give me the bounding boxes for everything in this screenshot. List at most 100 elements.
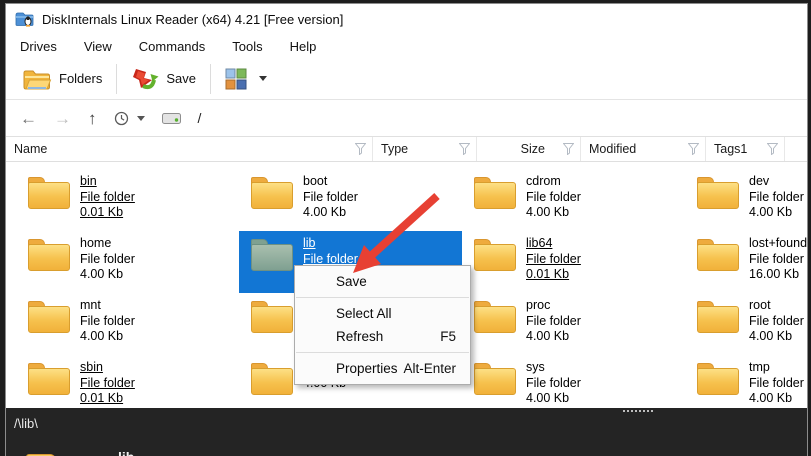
filter-icon[interactable] (688, 143, 699, 155)
column-header-modified[interactable]: Modified (581, 137, 706, 161)
context-menu-item-properties[interactable]: Properties Alt-Enter (295, 357, 470, 380)
forward-button[interactable]: → (54, 110, 71, 127)
file-tile-info: sbin File folder 0.01 Kb (80, 360, 135, 407)
file-tile-cdrom[interactable]: cdrom File folder 4.00 Kb (462, 169, 685, 231)
file-name: boot (303, 174, 328, 188)
file-name: mnt (80, 298, 101, 312)
context-menu: Save Select All Refresh F5 Properties Alt-Ent… (294, 265, 471, 385)
views-dropdown-caret[interactable] (259, 76, 267, 81)
file-tile-info: proc File folder 4.00 Kb (526, 298, 581, 345)
menu-item-drives[interactable]: Drives (13, 37, 64, 56)
filter-icon[interactable] (355, 143, 366, 155)
file-tile-info: root File folder 4.00 Kb (749, 298, 804, 345)
file-name: lost+found (749, 236, 807, 250)
context-menu-label: Refresh (336, 329, 384, 344)
context-menu-separator (296, 352, 469, 353)
file-tile-info: lost+found File folder 16.00 Kb (749, 236, 807, 283)
file-tile-tmp[interactable]: tmp File folder 4.00 Kb (685, 355, 807, 408)
file-tile-home[interactable]: home File folder 4.00 Kb (16, 231, 239, 293)
column-label: Size (520, 142, 545, 156)
partial-folder-label[interactable]: lib (118, 449, 134, 456)
file-type: File folder (749, 313, 804, 328)
file-tile-info: sys File folder 4.00 Kb (526, 360, 581, 407)
file-size: 4.00 Kb (749, 205, 793, 219)
file-tile-lib64[interactable]: lib64 File folder 0.01 Kb (462, 231, 685, 293)
file-name: lib (303, 236, 316, 250)
file-tile-proc[interactable]: proc File folder 4.00 Kb (462, 293, 685, 355)
filter-icon[interactable] (563, 143, 574, 155)
history-button[interactable] (114, 111, 145, 126)
file-name: home (80, 236, 112, 250)
title-bar: DiskInternals Linux Reader (x64) 4.21 [F… (6, 4, 807, 34)
history-caret-icon (136, 115, 145, 121)
file-type: File folder (526, 375, 581, 390)
folder-icon (28, 363, 70, 395)
file-tile-sbin[interactable]: sbin File folder 0.01 Kb (16, 355, 239, 408)
folder-icon (697, 301, 739, 333)
file-type: File folder (526, 189, 581, 204)
file-type: File folder (80, 313, 135, 328)
file-tile-lost-found[interactable]: lost+found File folder 16.00 Kb (685, 231, 807, 293)
menu-item-tools[interactable]: Tools (225, 37, 269, 56)
splitter-gripper[interactable] (623, 410, 653, 412)
column-header-size[interactable]: Size (477, 137, 581, 161)
file-tile-boot[interactable]: boot File folder 4.00 Kb (239, 169, 462, 231)
file-size: 16.00 Kb (749, 267, 800, 281)
folder-icon (251, 301, 293, 333)
menu-item-view[interactable]: View (77, 37, 119, 56)
save-button[interactable]: Save (123, 62, 204, 96)
file-name: bin (80, 174, 97, 188)
context-menu-item-save[interactable]: Save (295, 270, 470, 293)
file-size: 0.01 Kb (526, 267, 570, 281)
app-icon (15, 11, 34, 27)
context-menu-item-select-all[interactable]: Select All (295, 302, 470, 325)
file-name: proc (526, 298, 551, 312)
file-size: 4.00 Kb (526, 205, 570, 219)
filter-icon[interactable] (459, 143, 470, 155)
file-tile-sys[interactable]: sys File folder 4.00 Kb (462, 355, 685, 408)
file-tile-info: mnt File folder 4.00 Kb (80, 298, 135, 345)
file-tile-info: home File folder 4.00 Kb (80, 236, 135, 283)
column-header-tags1[interactable]: Tags1 (706, 137, 785, 161)
back-button[interactable]: ← (20, 110, 37, 127)
file-name: root (749, 298, 771, 312)
file-tile-root[interactable]: root File folder 4.00 Kb (685, 293, 807, 355)
file-type: File folder (526, 313, 581, 328)
toolbar: Folders Save (6, 58, 807, 100)
column-header-type[interactable]: Type (373, 137, 477, 161)
file-type: File folder (80, 251, 135, 266)
file-tile-info: bin File folder 0.01 Kb (80, 174, 135, 221)
file-tile-bin[interactable]: bin File folder 0.01 Kb (16, 169, 239, 231)
file-size: 4.00 Kb (80, 267, 124, 281)
context-menu-label: Properties (336, 361, 398, 376)
file-type: File folder (749, 375, 804, 390)
folder-icon (474, 301, 516, 333)
file-tile-mnt[interactable]: mnt File folder 4.00 Kb (16, 293, 239, 355)
current-path-text: / (197, 110, 202, 126)
file-type: File folder (80, 375, 135, 390)
folders-button[interactable]: Folders (14, 62, 110, 96)
file-type: File folder (526, 251, 581, 266)
save-icon (131, 66, 159, 92)
file-name: sys (526, 360, 545, 374)
folder-icon (251, 239, 293, 271)
folder-icon (251, 177, 293, 209)
filter-icon[interactable] (767, 143, 778, 155)
save-button-label: Save (166, 71, 196, 86)
folder-icon (697, 239, 739, 271)
folder-icon (251, 363, 293, 395)
context-menu-item-refresh[interactable]: Refresh F5 (295, 325, 470, 348)
views-button[interactable] (217, 64, 275, 94)
folder-icon (474, 363, 516, 395)
file-tile-info: lib File folder (303, 236, 358, 267)
menu-item-commands[interactable]: Commands (132, 37, 212, 56)
file-name: lib64 (526, 236, 553, 250)
file-size: 4.00 Kb (526, 391, 570, 405)
column-label: Tags1 (714, 142, 748, 156)
menu-item-help[interactable]: Help (283, 37, 324, 56)
column-header-name[interactable]: Name (6, 137, 373, 161)
up-button[interactable]: ↑ (88, 110, 97, 127)
file-size: 4.00 Kb (749, 391, 793, 405)
file-tile-info: dev File folder 4.00 Kb (749, 174, 804, 221)
file-tile-dev[interactable]: dev File folder 4.00 Kb (685, 169, 807, 231)
